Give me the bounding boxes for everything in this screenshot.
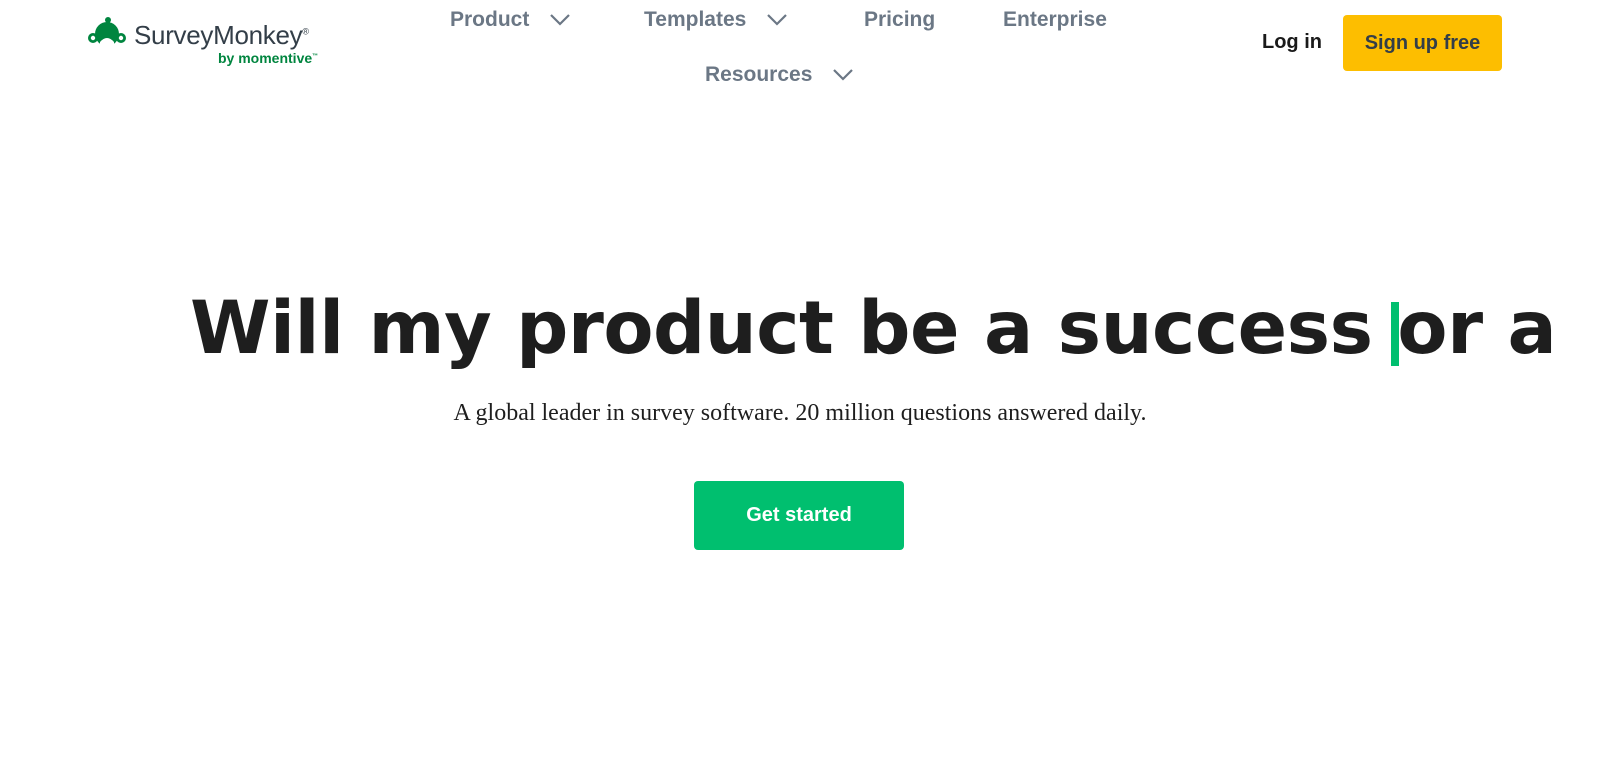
nav-enterprise[interactable]: Enterprise <box>1003 8 1107 32</box>
nav-resources[interactable]: Resources <box>705 63 854 87</box>
typing-caret <box>1391 302 1399 366</box>
nav-templates[interactable]: Templates <box>644 8 788 32</box>
nav-product-label: Product <box>450 8 530 31</box>
monkey-logo-icon <box>84 16 130 50</box>
brand-logo[interactable]: SurveyMonkey® by momentive™ <box>84 14 324 70</box>
nav-pricing[interactable]: Pricing <box>864 8 935 32</box>
nav-resources-label: Resources <box>705 63 813 86</box>
trademark-mark: ™ <box>312 53 319 60</box>
brand-byline: by momentive™ <box>218 50 318 66</box>
signup-button[interactable]: Sign up free <box>1343 15 1502 71</box>
nav-templates-label: Templates <box>644 8 747 31</box>
chevron-down-icon <box>833 69 854 81</box>
brand-name: SurveyMonkey <box>134 20 303 50</box>
chevron-down-icon <box>550 14 571 26</box>
byline-text: by momentive <box>218 50 313 66</box>
registered-mark: ® <box>302 26 309 37</box>
brand-wordmark: SurveyMonkey® <box>134 20 309 51</box>
get-started-button[interactable]: Get started <box>694 481 904 550</box>
nav-pricing-label: Pricing <box>864 8 936 31</box>
hero-headline: Will my product be a success or a <box>190 286 1557 371</box>
login-link[interactable]: Log in <box>1262 31 1322 54</box>
nav-product[interactable]: Product <box>450 8 571 32</box>
chevron-down-icon <box>767 14 788 26</box>
nav-enterprise-label: Enterprise <box>1003 8 1107 31</box>
hero-subheadline: A global leader in survey software. 20 m… <box>453 400 1147 426</box>
